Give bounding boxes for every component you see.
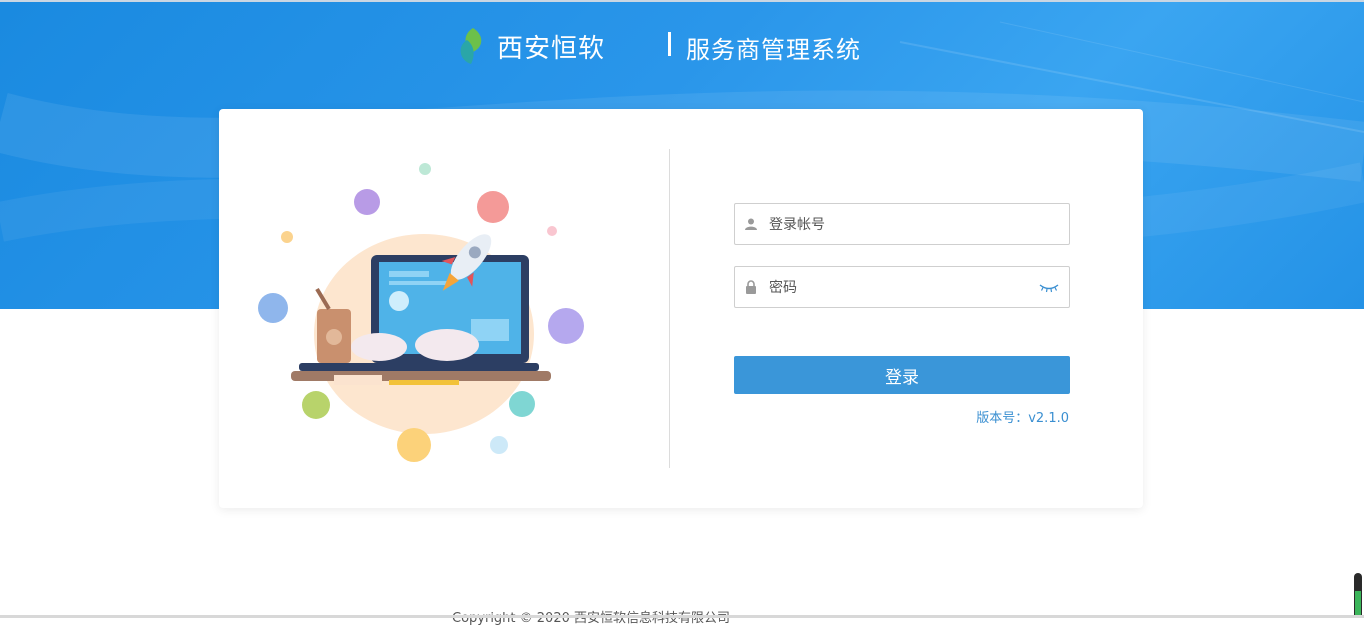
title-separator bbox=[668, 32, 671, 56]
password-field[interactable] bbox=[734, 266, 1070, 309]
card-divider bbox=[669, 149, 670, 468]
login-card: 登录 版本号：v2.1.0 bbox=[219, 109, 1143, 508]
version-label: 版本号：v2.1.0 bbox=[976, 411, 1069, 426]
laptop-rocket-illustration bbox=[258, 163, 584, 462]
account-input[interactable] bbox=[767, 204, 1031, 246]
leaf-logo-icon bbox=[460, 28, 482, 64]
system-title: 服务商管理系统 bbox=[686, 36, 861, 64]
lock-icon bbox=[746, 280, 756, 294]
login-button[interactable]: 登录 bbox=[734, 356, 1070, 394]
password-input[interactable] bbox=[767, 267, 1031, 309]
user-icon bbox=[745, 218, 757, 230]
eye-closed-icon[interactable] bbox=[1039, 282, 1059, 294]
brand-name: 西安恒软 bbox=[497, 33, 606, 64]
brand-logo: 西安恒软 bbox=[455, 26, 605, 66]
account-field[interactable] bbox=[734, 203, 1070, 246]
page-scrollbar[interactable] bbox=[1354, 573, 1362, 618]
